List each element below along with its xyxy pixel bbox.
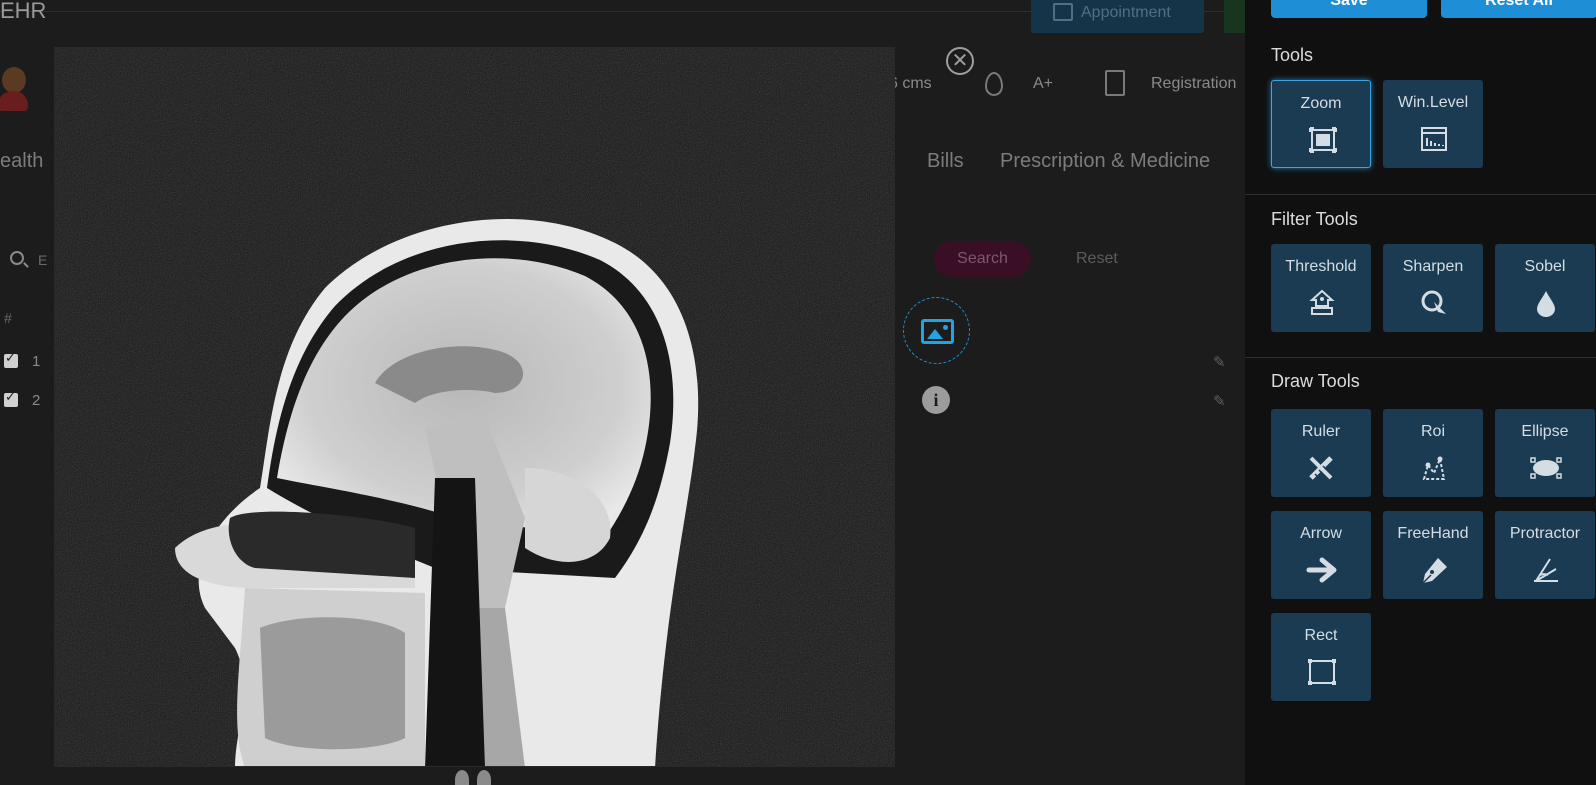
ruler-icon <box>1309 456 1333 480</box>
document-icon <box>1105 70 1125 96</box>
mri-sagittal-image <box>55 48 894 766</box>
image-toggle-button[interactable] <box>903 297 970 364</box>
search-icon <box>10 251 24 265</box>
drop-icon <box>1537 291 1555 317</box>
row-checkbox[interactable] <box>4 390 18 407</box>
tool-label: Ellipse <box>1521 423 1569 440</box>
arrow-tool-button[interactable]: Arrow <box>1271 511 1371 599</box>
close-viewer-button[interactable]: ✕ <box>946 47 974 75</box>
tool-label: Rect <box>1304 627 1338 644</box>
tool-label: Threshold <box>1285 258 1357 275</box>
tab-health[interactable]: ealth <box>0 150 43 173</box>
table-header-hash: # <box>4 310 12 326</box>
roi-icon <box>1422 455 1446 480</box>
sharpen-tool-button[interactable]: Sharpen <box>1383 244 1483 332</box>
row-number: 1 <box>32 353 41 370</box>
calendar-icon <box>1053 3 1073 21</box>
reset-all-button[interactable]: Reset All <box>1441 0 1596 18</box>
zoom-tool-button[interactable]: Zoom <box>1271 80 1371 168</box>
row-number: 2 <box>32 392 41 409</box>
ellipse-tool-button[interactable]: Ellipse <box>1495 409 1595 497</box>
divider <box>1245 194 1596 195</box>
zoom-icon <box>1309 127 1337 153</box>
tab-prescription[interactable]: Prescription & Medicine <box>1000 150 1210 173</box>
tool-label: Sharpen <box>1402 258 1464 275</box>
protractor-icon <box>1534 558 1558 582</box>
tools-panel: Save Reset All Tools Zoom Win.Level Filt… <box>1245 0 1596 785</box>
appointment-button[interactable]: Appointment <box>1031 0 1204 33</box>
row-checkbox[interactable] <box>4 351 18 368</box>
resize-handle[interactable] <box>455 770 495 785</box>
sobel-tool-button[interactable]: Sobel <box>1495 244 1595 332</box>
roi-tool-button[interactable]: Roi <box>1383 409 1483 497</box>
tool-label: Roi <box>1420 423 1445 440</box>
search-input[interactable]: E <box>38 252 47 268</box>
tool-label: Ruler <box>1301 423 1341 440</box>
table-row: 1 <box>4 351 41 370</box>
window-level-tool-button[interactable]: Win.Level <box>1383 80 1483 168</box>
edit-icon[interactable]: ✎ <box>1213 353 1226 371</box>
tools-heading: Tools <box>1271 45 1314 65</box>
tool-label: Sobel <box>1524 258 1566 275</box>
ellipse-icon <box>1530 457 1562 479</box>
protractor-tool-button[interactable]: Protractor <box>1495 511 1595 599</box>
edit-icon[interactable]: ✎ <box>1213 392 1226 410</box>
divider <box>1245 357 1596 358</box>
save-button[interactable]: Save <box>1271 0 1427 18</box>
blood-drop-icon <box>985 72 1003 96</box>
blood-group: A+ <box>1033 75 1054 92</box>
filter-tools-heading: Filter Tools <box>1271 209 1358 229</box>
registration-label: Registration <box>1151 75 1237 92</box>
brand-title: EHR <box>0 0 47 23</box>
threshold-icon <box>1309 289 1335 315</box>
rect-tool-button[interactable]: Rect <box>1271 613 1371 701</box>
draw-tools-heading: Draw Tools <box>1271 371 1360 391</box>
tool-label: Arrow <box>1300 525 1342 542</box>
pen-icon <box>1422 558 1447 584</box>
tab-bills[interactable]: Bills <box>927 150 964 173</box>
avatar <box>0 67 28 113</box>
search-button[interactable]: Search <box>934 241 1031 277</box>
ruler-tool-button[interactable]: Ruler <box>1271 409 1371 497</box>
sharpen-icon <box>1421 290 1446 314</box>
image-icon <box>921 319 954 344</box>
window-level-icon <box>1421 127 1447 151</box>
appointment-label: Appointment <box>1081 4 1171 21</box>
threshold-tool-button[interactable]: Threshold <box>1271 244 1371 332</box>
patient-height: 6 cms <box>889 75 932 92</box>
info-icon[interactable]: i <box>922 386 950 414</box>
tool-label: FreeHand <box>1397 525 1469 542</box>
rect-icon <box>1308 659 1336 685</box>
image-viewer[interactable] <box>54 47 895 767</box>
tool-label: Protractor <box>1509 525 1581 542</box>
tool-label: Zoom <box>1300 95 1342 112</box>
tool-label: Win.Level <box>1397 94 1469 111</box>
reset-button[interactable]: Reset <box>1076 250 1118 268</box>
table-row: 2 <box>4 390 41 409</box>
arrow-icon <box>1306 557 1337 583</box>
freehand-tool-button[interactable]: FreeHand <box>1383 511 1483 599</box>
